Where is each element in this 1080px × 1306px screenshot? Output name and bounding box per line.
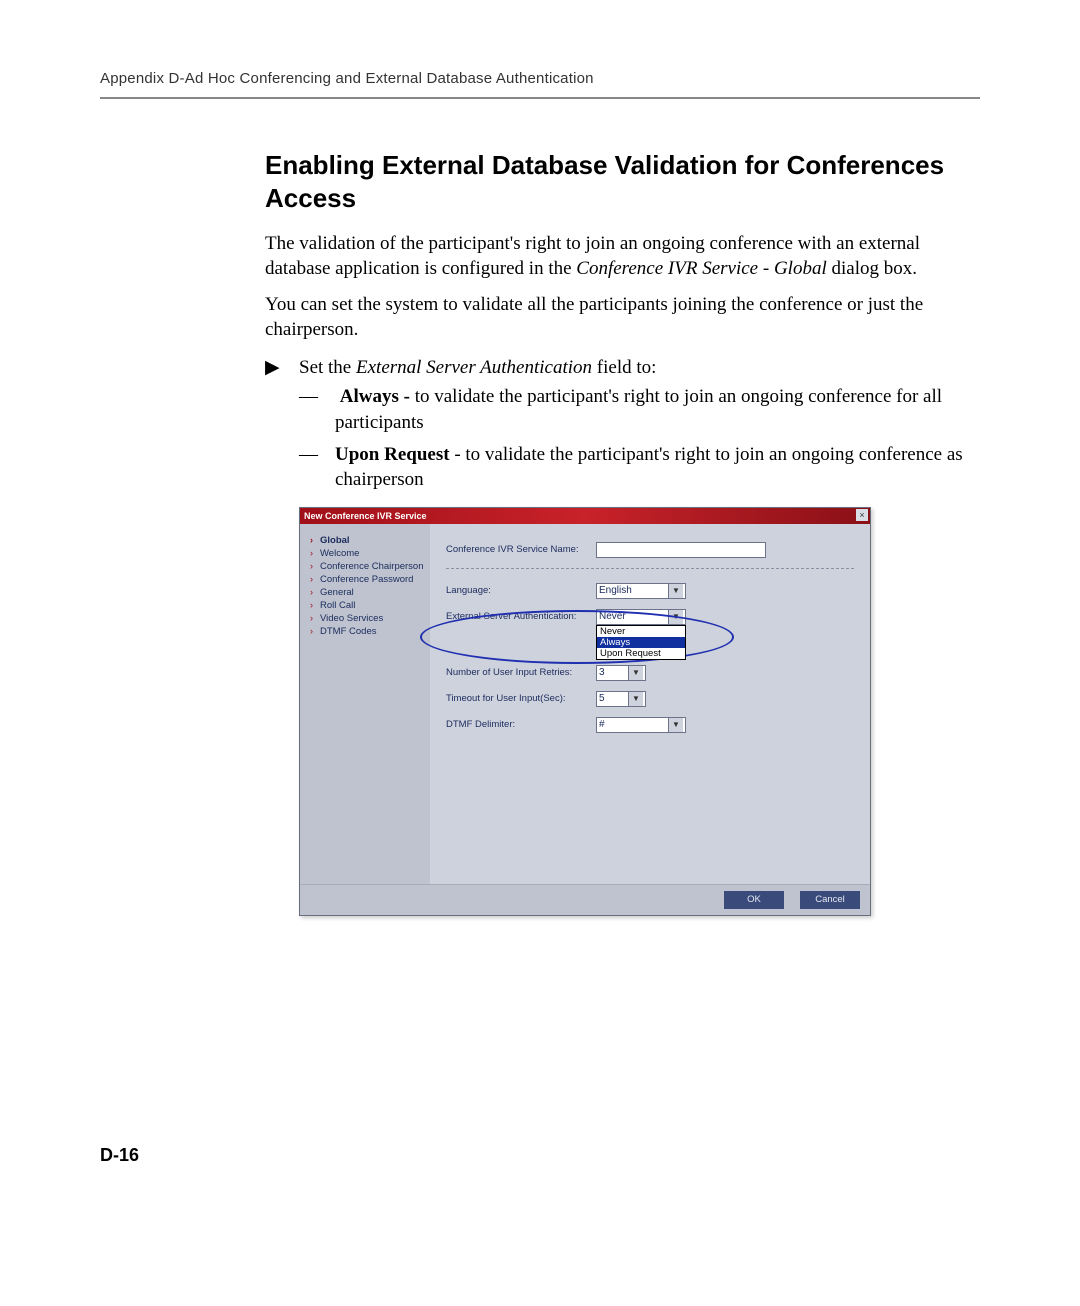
row-timeout: Timeout for User Input(Sec): 5 ▼	[446, 691, 854, 707]
row-delimiter: DTMF Delimiter: # ▼	[446, 717, 854, 733]
sub1-rest: to validate the participant's right to j…	[335, 386, 942, 433]
select-delimiter-value: #	[599, 719, 605, 730]
sidebar-item-global[interactable]: ›Global	[310, 534, 426, 547]
bullet-b: field to:	[592, 357, 656, 378]
chevron-down-icon: ▼	[668, 584, 683, 598]
caret-icon: ›	[310, 587, 320, 597]
select-language[interactable]: English ▼	[596, 583, 686, 599]
cancel-button[interactable]: Cancel	[800, 891, 860, 909]
chevron-down-icon: ▼	[628, 692, 643, 706]
dialog-main-panel: Conference IVR Service Name: Language: E…	[430, 524, 870, 884]
input-service-name[interactable]	[596, 542, 766, 558]
sidebar-label: Conference Password	[320, 574, 413, 585]
select-ext-auth[interactable]: Never ▼	[596, 609, 686, 625]
section-divider	[446, 568, 854, 569]
caret-icon: ›	[310, 561, 320, 571]
label-retries: Number of User Input Retries:	[446, 667, 596, 678]
triangle-bullet-icon: ▶	[265, 355, 299, 381]
caret-icon: ›	[310, 548, 320, 558]
caret-icon: ›	[310, 535, 320, 545]
caret-icon: ›	[310, 626, 320, 636]
ivr-service-dialog: New Conference IVR Service × ›Global ›We…	[299, 507, 871, 916]
paragraph-2: You can set the system to validate all t…	[265, 293, 970, 342]
sidebar-label: Video Services	[320, 613, 383, 624]
dialog-sidebar: ›Global ›Welcome ›Conference Chairperson…	[300, 524, 430, 884]
dialog-titlebar[interactable]: New Conference IVR Service ×	[300, 508, 870, 524]
label-delimiter: DTMF Delimiter:	[446, 719, 596, 730]
sidebar-label: Welcome	[320, 548, 359, 559]
sub1-bold: Always -	[340, 386, 415, 407]
header-rule	[100, 97, 980, 99]
select-ext-auth-value: Never	[599, 611, 626, 622]
caret-icon: ›	[310, 574, 320, 584]
sidebar-label: Roll Call	[320, 600, 355, 611]
sidebar-item-dtmf[interactable]: ›DTMF Codes	[310, 625, 426, 638]
label-language: Language:	[446, 585, 596, 596]
row-retries: Number of User Input Retries: 3 ▼	[446, 665, 854, 681]
chevron-down-icon: ▼	[668, 610, 683, 624]
label-service-name: Conference IVR Service Name:	[446, 544, 596, 555]
select-retries-value: 3	[599, 667, 605, 678]
sidebar-item-chairperson[interactable]: ›Conference Chairperson	[310, 560, 426, 573]
sidebar-item-welcome[interactable]: ›Welcome	[310, 547, 426, 560]
select-retries[interactable]: 3 ▼	[596, 665, 646, 681]
paragraph-1: The validation of the participant's righ…	[265, 232, 970, 281]
sub-bullet-2: — Upon Request - to validate the partici…	[299, 442, 970, 493]
ext-auth-option-always[interactable]: Always	[597, 637, 685, 648]
select-timeout-value: 5	[599, 693, 605, 704]
ok-button[interactable]: OK	[724, 891, 784, 909]
label-ext-auth: External Server Authentication:	[446, 611, 596, 622]
row-language: Language: English ▼	[446, 583, 854, 599]
bullet-a: Set the	[299, 357, 356, 378]
sidebar-label: Conference Chairperson	[320, 561, 424, 572]
sidebar-item-general[interactable]: ›General	[310, 586, 426, 599]
sidebar-item-rollcall[interactable]: ›Roll Call	[310, 599, 426, 612]
para1-b: dialog box.	[827, 258, 917, 279]
ext-auth-option-upon-request[interactable]: Upon Request	[597, 648, 685, 659]
sub-bullet-1: — Always - to validate the participant's…	[299, 384, 970, 435]
para1-italic: Conference IVR Service - Global	[576, 258, 826, 279]
dialog-title-text: New Conference IVR Service	[304, 511, 427, 521]
sidebar-label: Global	[320, 535, 350, 546]
ext-auth-option-never[interactable]: Never	[597, 626, 685, 637]
select-delimiter[interactable]: # ▼	[596, 717, 686, 733]
section-title: Enabling External Database Validation fo…	[265, 149, 970, 214]
sidebar-label: DTMF Codes	[320, 626, 376, 637]
ext-auth-dropdown[interactable]: Never Always Upon Request	[596, 625, 686, 660]
sidebar-item-video[interactable]: ›Video Services	[310, 612, 426, 625]
sub2-bold: Upon Request	[335, 444, 450, 465]
bullet-italic: External Server Authentication	[356, 357, 592, 378]
caret-icon: ›	[310, 600, 320, 610]
select-language-value: English	[599, 585, 632, 596]
close-icon[interactable]: ×	[856, 509, 868, 521]
select-timeout[interactable]: 5 ▼	[596, 691, 646, 707]
page-number: D-16	[100, 1145, 139, 1166]
sidebar-item-password[interactable]: ›Conference Password	[310, 573, 426, 586]
chevron-down-icon: ▼	[628, 666, 643, 680]
row-service-name: Conference IVR Service Name:	[446, 542, 854, 558]
row-ext-auth: External Server Authentication: Never ▼ …	[446, 609, 854, 625]
dash-bullet-icon: —	[299, 442, 335, 493]
dash-bullet-icon: —	[299, 384, 335, 435]
chevron-down-icon: ▼	[668, 718, 683, 732]
caret-icon: ›	[310, 613, 320, 623]
bullet-main: ▶ Set the External Server Authentication…	[265, 355, 970, 381]
page-header: Appendix D-Ad Hoc Conferencing and Exter…	[100, 70, 980, 87]
sidebar-label: General	[320, 587, 354, 598]
label-timeout: Timeout for User Input(Sec):	[446, 693, 596, 704]
dialog-footer: OK Cancel	[300, 884, 870, 915]
